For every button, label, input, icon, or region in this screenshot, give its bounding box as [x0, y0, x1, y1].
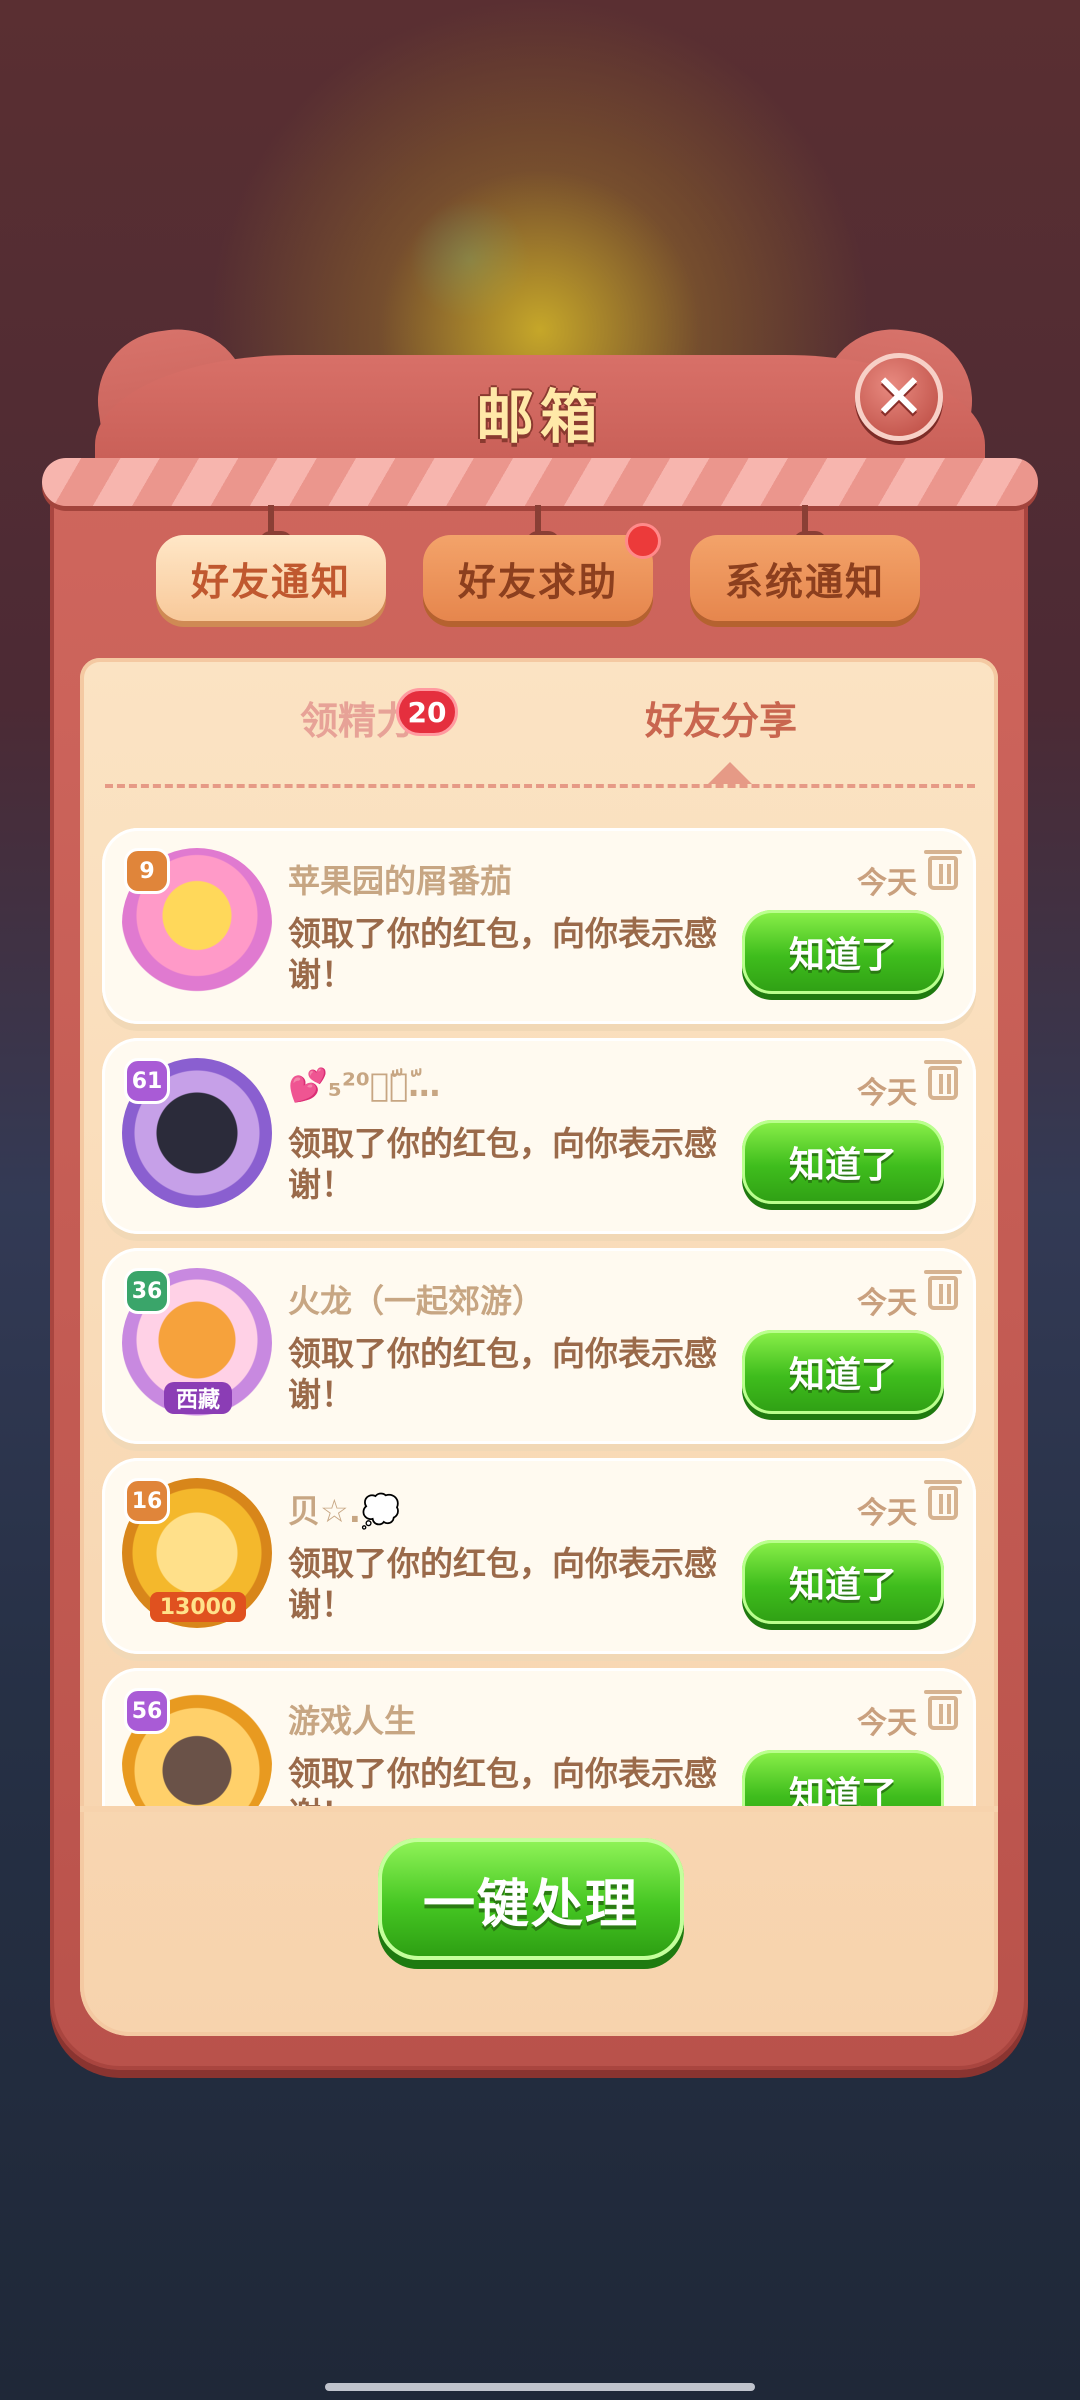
tab-system-notice[interactable]: 系统通知	[690, 535, 920, 621]
list-item: 61 💕₅²⁰遇ّ见ّ… 今天 领取了你的红包，向你表示感谢！ 知道了	[102, 1038, 976, 1234]
message-text: 领取了你的红包，向你表示感谢！	[288, 1334, 717, 1414]
message-text: 领取了你的红包，向你表示感谢！	[288, 1124, 717, 1204]
tab-label: 好友通知	[190, 559, 351, 604]
home-indicator[interactable]	[325, 2383, 755, 2391]
active-pointer-icon	[708, 762, 752, 784]
level-badge: 61	[124, 1058, 170, 1104]
message-list[interactable]: 9 苹果园的屑番茄 今天 领取了你的红包，向你表示感谢！ 知道了 61 💕₅²⁰…	[102, 828, 976, 1808]
sender-name: 贝☆.💭	[288, 1492, 401, 1530]
level-badge: 36	[124, 1268, 170, 1314]
avatar-caption: 西藏	[164, 1382, 232, 1414]
trash-icon[interactable]	[924, 850, 962, 890]
tab-friend-help[interactable]: 好友求助	[423, 523, 661, 621]
list-item: 16 13000 贝☆.💭 今天 领取了你的红包，向你表示感谢！ 知道了	[102, 1458, 976, 1654]
acknowledge-button[interactable]: 知道了	[742, 1750, 944, 1808]
acknowledge-button[interactable]: 知道了	[742, 1330, 944, 1414]
acknowledge-button[interactable]: 知道了	[742, 1540, 944, 1624]
subtab-friend-share[interactable]: 好友分享	[645, 690, 797, 745]
trash-icon[interactable]	[924, 1480, 962, 1520]
trash-icon[interactable]	[924, 1270, 962, 1310]
list-item: 56 游戏人生 今天 领取了你的红包，向你表示感谢！ 知道了	[102, 1668, 976, 1808]
trash-icon[interactable]	[924, 1060, 962, 1100]
divider	[105, 784, 975, 788]
sender-name: 游戏人生	[288, 1702, 417, 1740]
tab-friend-notice[interactable]: 好友通知	[156, 535, 386, 621]
message-text: 领取了你的红包，向你表示感谢！	[288, 1544, 717, 1624]
decorative-stripe-bar	[42, 458, 1038, 506]
acknowledge-button[interactable]: 知道了	[742, 1120, 944, 1204]
tab-label: 系统通知	[724, 559, 885, 604]
message-text: 领取了你的红包，向你表示感谢！	[288, 914, 717, 994]
process-all-button[interactable]: 一键处理	[378, 1838, 684, 1960]
game-screen: 邮箱 ✕ 好友通知 好友求助 系统通知 领精力 20 好友分享 9 苹果园的屑番…	[0, 0, 1080, 2400]
date-label: 今天	[857, 1286, 917, 1321]
message-text: 领取了你的红包，向你表示感谢！	[288, 1754, 717, 1808]
close-button[interactable]: ✕	[855, 353, 943, 441]
date-label: 今天	[857, 1706, 917, 1741]
close-icon: ✕	[873, 360, 925, 433]
trash-icon[interactable]	[924, 1690, 962, 1730]
sender-name: 苹果园的屑番茄	[288, 862, 513, 900]
sender-name: 💕₅²⁰遇ّ见ّ…	[288, 1066, 441, 1104]
count-badge: 20	[396, 688, 458, 736]
acknowledge-button[interactable]: 知道了	[742, 910, 944, 994]
sender-name: 火龙（一起郊游）	[288, 1282, 545, 1320]
date-label: 今天	[857, 1076, 917, 1111]
list-item: 9 苹果园的屑番茄 今天 领取了你的红包，向你表示感谢！ 知道了	[102, 828, 976, 1024]
level-badge: 56	[124, 1688, 170, 1734]
date-label: 今天	[857, 1496, 917, 1531]
list-item: 36 西藏 火龙（一起郊游） 今天 领取了你的红包，向你表示感谢！ 知道了	[102, 1248, 976, 1444]
list-edge	[80, 1806, 998, 1812]
tab-label: 好友求助	[457, 559, 618, 604]
level-badge: 16	[124, 1478, 170, 1524]
date-label: 今天	[857, 866, 917, 901]
notification-dot	[625, 523, 661, 559]
avatar-caption: 13000	[150, 1592, 246, 1622]
level-badge: 9	[124, 848, 170, 894]
